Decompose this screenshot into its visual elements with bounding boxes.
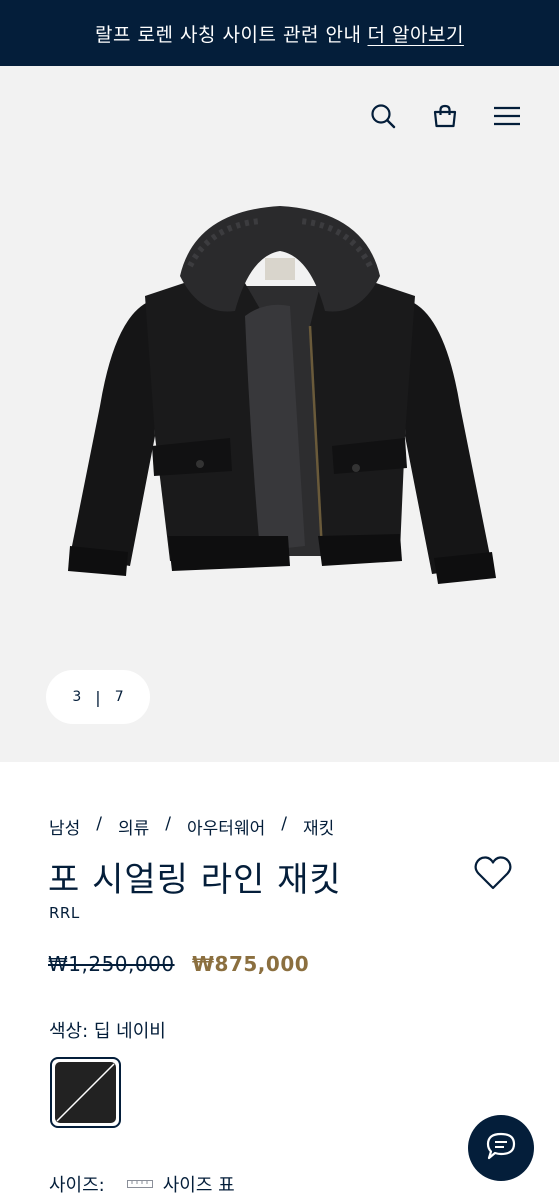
product-image [68, 206, 496, 584]
breadcrumb-item-clothing[interactable]: 의류 [118, 814, 149, 839]
size-row: 사이즈: 사이즈 표 [49, 1171, 235, 1197]
product-brand: RRL [49, 904, 80, 922]
size-label: 사이즈: [49, 1175, 105, 1196]
banner-learn-more-link[interactable]: 더 알아보기 [368, 20, 464, 47]
search-icon[interactable] [369, 102, 397, 130]
chat-bubble-icon [485, 1131, 517, 1165]
product-image-gallery[interactable]: 3 | 7 [0, 66, 559, 762]
size-chart-link[interactable]: 사이즈 표 [163, 1171, 235, 1197]
gallery-current: 3 [72, 689, 82, 705]
original-price: ₩1,250,000 [48, 952, 175, 976]
color-label: 색상: 딥 네이비 [49, 1021, 166, 1042]
sale-price: ₩875,000 [192, 952, 310, 976]
wishlist-heart-icon[interactable] [474, 855, 512, 891]
gallery-counter: 3 | 7 [46, 670, 150, 724]
gallery-total: 7 [114, 689, 124, 705]
breadcrumb-separator: / [281, 814, 287, 834]
ruler-icon [126, 1174, 153, 1195]
breadcrumb-item-jackets[interactable]: 재킷 [303, 814, 334, 839]
banner-text: 랄프 로렌 사칭 사이트 관련 안내 [95, 23, 362, 46]
product-title: 포 시얼링 라인 재킷 [48, 860, 342, 900]
breadcrumb-item-outerwear[interactable]: 아우터웨어 [187, 814, 265, 839]
breadcrumb: 남성 / 의류 / 아우터웨어 / 재킷 [49, 814, 334, 839]
breadcrumb-item-men[interactable]: 남성 [49, 814, 80, 839]
breadcrumb-separator: / [165, 814, 172, 834]
header-actions [369, 102, 521, 130]
breadcrumb-separator: / [96, 814, 103, 834]
chat-button[interactable] [468, 1115, 534, 1181]
color-swatch-deep-navy[interactable] [50, 1057, 121, 1128]
gallery-separator: | [95, 687, 101, 707]
menu-icon[interactable] [493, 102, 521, 130]
shopping-bag-icon[interactable] [431, 102, 459, 130]
announcement-banner: 랄프 로렌 사칭 사이트 관련 안내 더 알아보기 [0, 0, 559, 66]
